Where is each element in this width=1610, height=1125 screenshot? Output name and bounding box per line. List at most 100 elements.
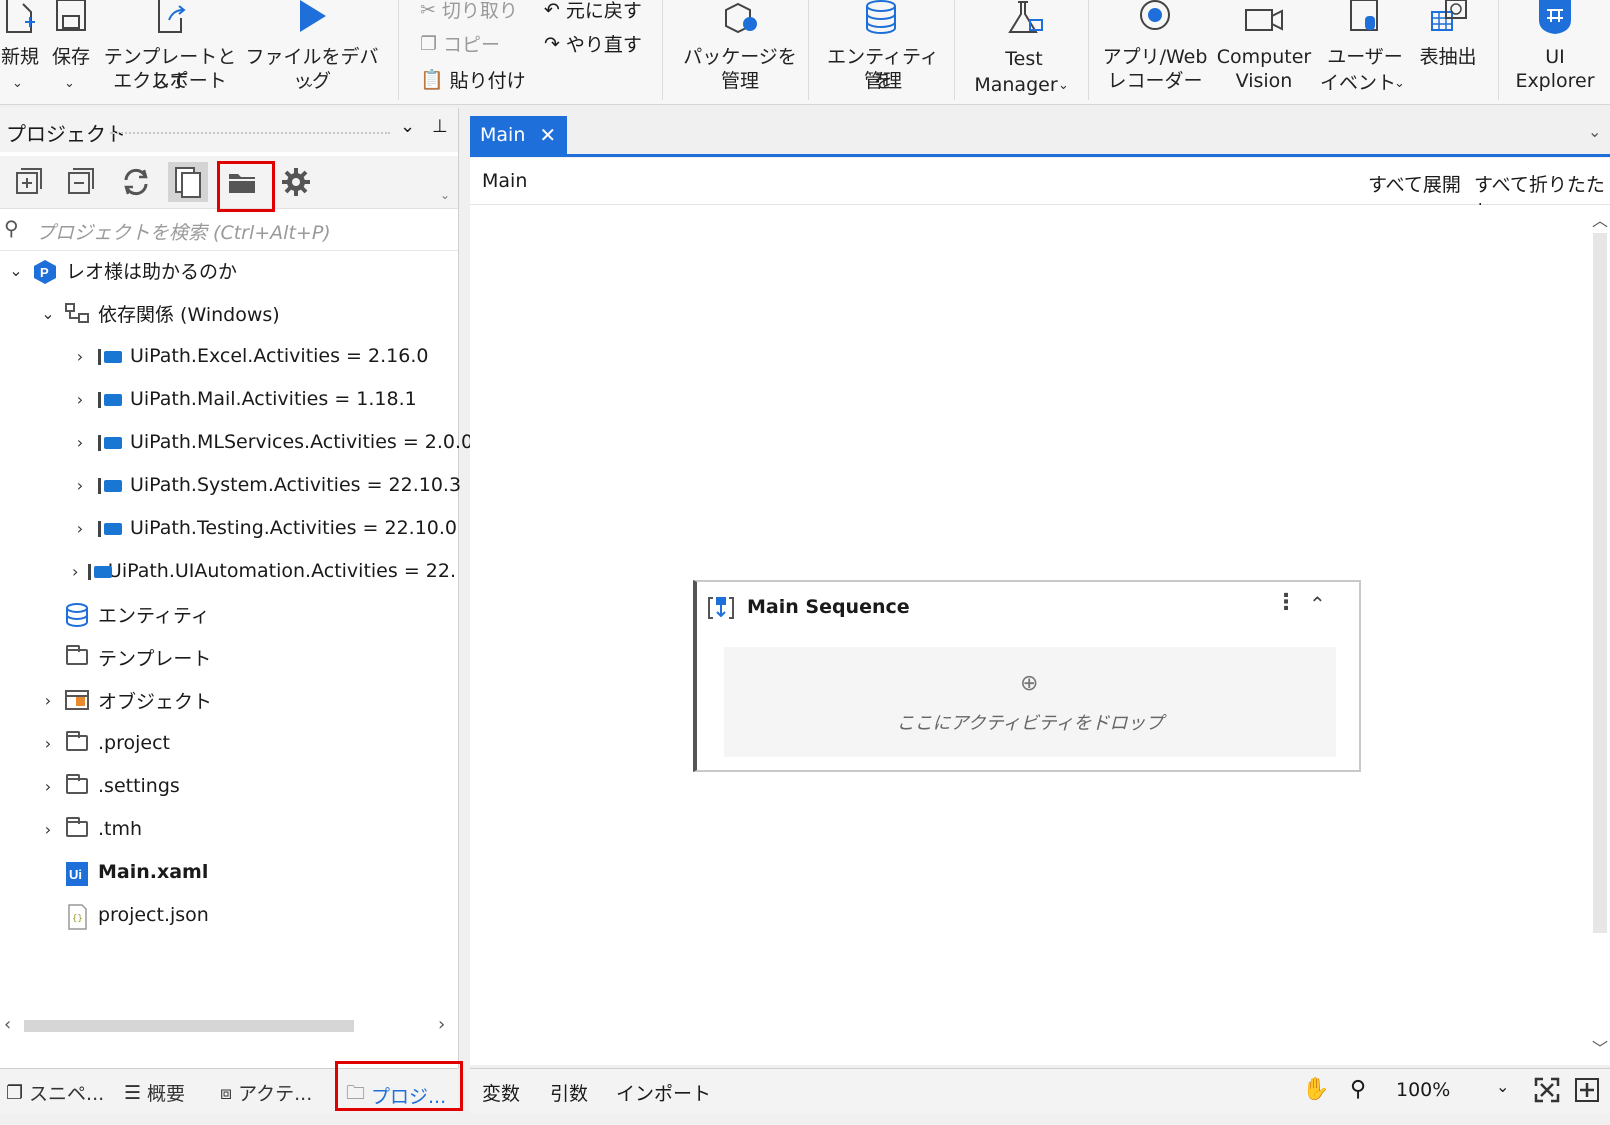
manage-packages-button[interactable]: パッケージを 管理 [682,0,798,100]
tree-package[interactable]: › UiPath.Mail.Activities = 1.18.1 [70,380,417,418]
tree-package[interactable]: › UiPath.MLServices.Activities = 2.0.0 [70,423,473,461]
table-extraction-button[interactable]: 表抽出 [1410,0,1486,100]
table-extract-icon [1431,0,1467,31]
add-activity-icon[interactable]: ⊕ [1020,671,1038,696]
tree-folder[interactable]: › .project [38,724,170,762]
chevron-down-icon[interactable]: ⌄ [6,261,26,280]
package-label: UiPath.System.Activities = 22.10.3 [130,474,462,496]
copy-button[interactable]: ❐ コピー [420,30,500,57]
vertical-scrollbar[interactable]: ︿ ﹀ [1590,205,1610,1065]
cut-button[interactable]: ✂ 切り取り [420,0,518,23]
paste-button[interactable]: 📋 貼り付け [420,66,526,93]
breadcrumb[interactable]: Main [482,170,527,192]
zoom-level[interactable]: 100% [1396,1079,1450,1101]
show-all-files-toggle[interactable] [168,162,208,202]
scroll-down-icon[interactable]: ﹀ [1592,1035,1608,1059]
scroll-left-icon[interactable]: ‹ [4,1014,11,1035]
chevron-down-icon: ⌄ [1394,76,1405,91]
tree-templates[interactable]: テンプレート [38,638,211,676]
imports-tab[interactable]: インポート [616,1079,711,1106]
panel-dropdown-icon[interactable]: ⌄ [400,116,415,137]
tree-project-json[interactable]: {} project.json [38,896,209,934]
scroll-right-icon[interactable]: › [438,1014,445,1035]
tree-package[interactable]: › UiPath.Excel.Activities = 2.16.0 [70,337,429,375]
redo-icon: ↷ [544,32,560,55]
sequence-title: Main Sequence [747,596,910,618]
search-placeholder[interactable]: プロジェクトを検索 (Ctrl+Alt+P) [36,218,331,245]
scrollbar-thumb[interactable] [24,1020,354,1032]
tab-activities[interactable]: ⧈ アクテ... [220,1079,312,1106]
expand-all-link[interactable]: すべて展開 [1368,170,1461,197]
computer-vision-button[interactable]: Computer Vision [1214,0,1314,100]
svg-text:{}: {} [72,914,83,924]
pin-icon[interactable]: ⊥ [432,116,448,137]
test-manager-button[interactable]: Test Manager ⌄ [966,0,1082,100]
project-json-label: project.json [98,904,209,926]
chevron-right-icon[interactable]: › [70,519,90,538]
undo-button[interactable]: ↶ 元に戻す [544,0,642,23]
tree-package[interactable]: › UiPath.Testing.Activities = 22.10.0 [70,509,457,547]
collapse-chevron-icon[interactable]: ⌃ [1309,592,1326,616]
tab-outline[interactable]: ☰ 概要 [124,1079,185,1106]
debug-file-button[interactable]: ファイルをデバッグ ⌄ [242,0,382,100]
tree-objects[interactable]: › オブジェクト [38,681,212,719]
zoom-icon[interactable]: ⚲ [1350,1077,1366,1102]
app-web-recorder-button[interactable]: アプリ/Web レコーダー [1102,0,1208,100]
settings-gear-icon[interactable] [280,166,312,198]
chevron-right-icon[interactable]: › [70,562,80,581]
export-template-button[interactable]: テンプレートとして エクスポート [102,0,238,100]
tree-dependencies[interactable]: ⌄ 依存関係 (Windows) [38,294,280,332]
new-button[interactable]: 新規 ⌄ [0,0,40,100]
pan-hand-icon[interactable]: ✋ [1302,1077,1329,1102]
save-button[interactable]: 保存 ⌄ [48,0,94,100]
object-repository-icon [64,689,90,711]
refresh-icon[interactable] [120,166,152,198]
arguments-tab[interactable]: 引数 [550,1079,588,1106]
user-events-button[interactable]: ユーザー イベント ⌄ [1318,0,1412,100]
chevron-right-icon[interactable]: › [70,347,90,366]
fit-to-screen-icon[interactable] [1534,1077,1560,1103]
tree-package[interactable]: › UiPath.System.Activities = 22.10.3 [70,466,461,504]
chevron-right-icon[interactable]: › [38,734,58,753]
variables-tab[interactable]: 変数 [482,1079,520,1106]
scroll-up-icon[interactable]: ︿ [1592,207,1608,231]
save-label: 保存 [51,46,90,68]
toolbar-overflow-icon[interactable]: ⌄ [440,188,450,202]
more-options-icon[interactable]: ⋮ [1275,590,1297,615]
export-label-2: エクスポート [113,70,227,92]
zoom-dropdown-icon[interactable]: ⌄ [1496,1077,1509,1096]
manage-entities-button[interactable]: エンティティを 管理 [820,0,946,100]
tree-root[interactable]: ⌄ P レオ様は助かるのか [6,251,237,289]
scrollbar-thumb[interactable] [1593,233,1607,933]
new-label: 新規 [0,46,39,68]
dependencies-label: 依存関係 (Windows) [98,303,280,326]
project-search-bar[interactable]: ⚲ プロジェクトを検索 (Ctrl+Alt+P) [0,210,458,251]
ui-explorer-button[interactable]: UI Explorer [1508,0,1602,100]
chevron-right-icon[interactable]: › [38,691,58,710]
activity-drop-zone[interactable]: ⊕ ここにアクティビティをドロップ [724,647,1336,757]
reset-zoom-icon[interactable] [1574,1077,1600,1103]
chevron-right-icon[interactable]: › [70,390,90,409]
tab-main[interactable]: Main ✕ [470,116,567,154]
tree-folder[interactable]: › .settings [38,767,180,805]
tabs-dropdown-icon[interactable]: ⌄ [1588,122,1601,141]
chevron-right-icon[interactable]: › [70,476,90,495]
chevron-right-icon[interactable]: › [38,777,58,796]
horizontal-scrollbar[interactable]: ‹ › [0,1014,458,1036]
tree-main-xaml[interactable]: Ui Main.xaml [38,853,208,891]
tree-package[interactable]: › UiPath.UIAutomation.Activities = 22. [70,552,456,590]
database-icon [64,603,90,627]
chevron-down-icon[interactable]: ⌄ [38,304,58,323]
tree-entities[interactable]: エンティティ [38,595,210,633]
paste-icon: 📋 [420,69,444,91]
tab-snippets[interactable]: ❐ スニペ... [6,1079,104,1106]
close-icon[interactable]: ✕ [539,123,556,147]
tree-folder[interactable]: › .tmh [38,810,142,848]
expand-all-icon[interactable] [12,166,44,198]
main-sequence-activity[interactable]: Main Sequence ⋮ ⌃ ⊕ ここにアクティビティをドロップ [693,580,1361,772]
collapse-all-icon[interactable] [64,166,96,198]
redo-button[interactable]: ↷ やり直す [544,30,642,57]
chevron-right-icon[interactable]: › [38,820,58,839]
chevron-right-icon[interactable]: › [70,433,90,452]
templates-label: テンプレート [98,647,212,670]
